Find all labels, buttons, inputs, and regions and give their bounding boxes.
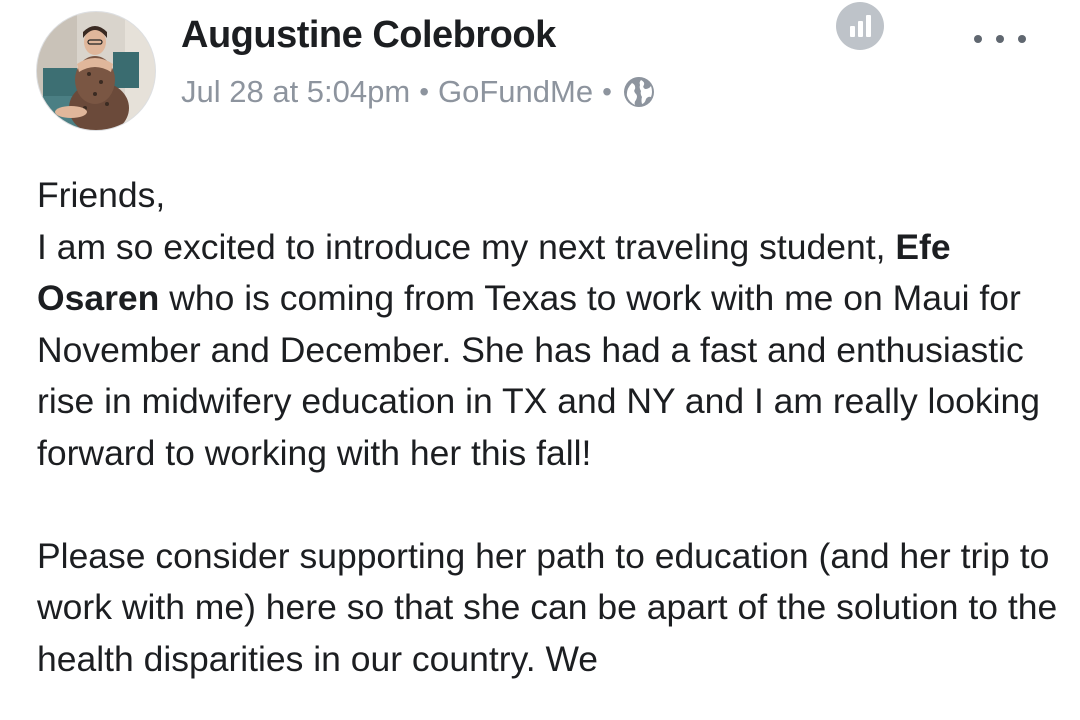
post-paragraph: Please consider supporting her path to e… [37, 531, 1067, 686]
post-greeting: Friends, [37, 175, 166, 215]
dot-icon [974, 35, 982, 43]
author-avatar[interactable] [37, 12, 155, 130]
globe-icon [623, 76, 655, 108]
author-name[interactable]: Augustine Colebrook [181, 14, 556, 57]
post-meta: Jul 28 at 5:04pm • GoFundMe • [181, 72, 655, 112]
insights-icon[interactable] [836, 2, 884, 50]
post-text: Please consider supporting her path to e… [37, 535, 1058, 679]
dot-icon [996, 35, 1004, 43]
post-text: I am so excited to introduce my next tra… [37, 226, 896, 267]
post-text: who is coming from Texas to work with me… [37, 278, 1041, 473]
dot-icon [1018, 35, 1026, 43]
post-body: Friends, I am so excited to introduce my… [37, 170, 1067, 685]
post-timestamp[interactable]: Jul 28 at 5:04pm [181, 74, 410, 110]
post-paragraph: Friends, I am so excited to introduce my… [37, 170, 1067, 479]
more-horizontal-icon[interactable] [972, 14, 1028, 64]
meta-separator: • [602, 76, 612, 107]
post-app-attribution[interactable]: GoFundMe [438, 74, 593, 110]
meta-separator: • [419, 76, 430, 107]
profile-photo [37, 12, 155, 130]
facebook-post: Augustine Colebrook Jul 28 at 5:04pm • G… [0, 0, 1080, 720]
